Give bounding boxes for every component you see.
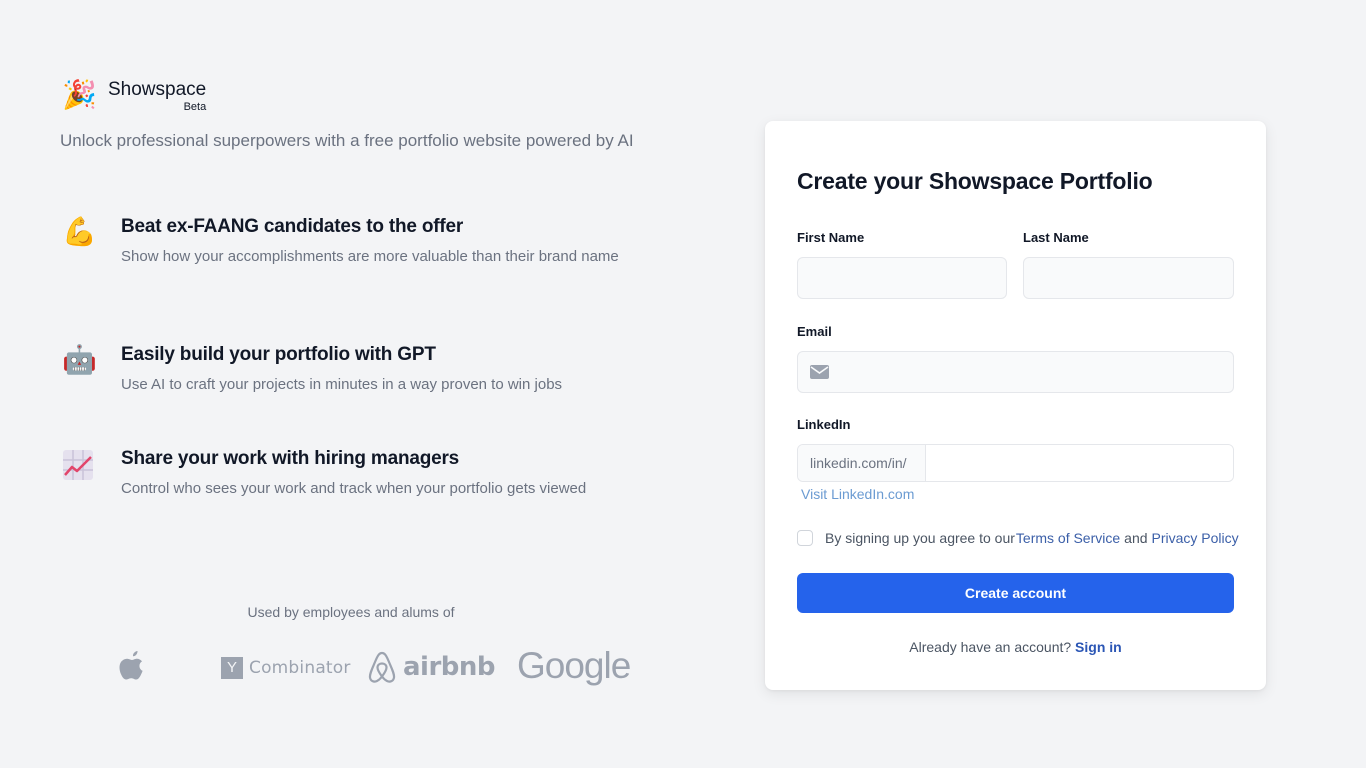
last-name-field[interactable] <box>1023 257 1234 299</box>
terms-row: By signing up you agree to our Terms of … <box>797 530 1239 546</box>
last-name-input[interactable] <box>1024 258 1233 298</box>
company-logos: Y Combinator airbnb Google <box>115 645 631 690</box>
linkedin-field[interactable]: linkedin.com/in/ <box>797 444 1234 482</box>
brand-name: Showspace <box>108 79 207 100</box>
visit-linkedin-link[interactable]: Visit LinkedIn.com <box>801 486 914 502</box>
beta-badge: Beta <box>183 101 207 113</box>
social-proof-heading: Used by employees and alums of <box>247 604 455 620</box>
robot-icon: 🤖 <box>62 344 97 375</box>
yc-box: Y <box>221 657 243 679</box>
terms-checkbox[interactable] <box>797 530 813 546</box>
airbnb-belo-icon <box>368 651 396 683</box>
signin-row: Already have an account? Sign in <box>765 639 1266 655</box>
signup-card: Create your Showspace Portfolio First Na… <box>765 121 1266 690</box>
feature-description: Use AI to craft your projects in minutes… <box>121 376 563 393</box>
linkedin-prefix: linkedin.com/in/ <box>798 445 926 481</box>
linkedin-label: LinkedIn <box>797 417 851 432</box>
feature-title: Beat ex-FAANG candidates to the offer <box>121 216 464 237</box>
party-popper-icon: 🎉 <box>62 79 97 110</box>
brand: 🎉 Showspace Beta <box>62 78 207 113</box>
linkedin-input[interactable] <box>926 445 1233 481</box>
google-logo: Google <box>517 645 631 686</box>
terms-text: By signing up you agree to our <box>825 530 1015 546</box>
terms-of-service-link[interactable]: Terms of Service <box>1016 530 1120 546</box>
first-name-input[interactable] <box>798 258 1006 298</box>
airbnb-text: airbnb <box>403 652 496 682</box>
terms-and: and <box>1124 530 1148 546</box>
privacy-policy-link[interactable]: Privacy Policy <box>1152 530 1239 546</box>
first-name-label: First Name <box>797 230 865 245</box>
email-input[interactable] <box>798 352 1233 392</box>
feature-title: Share your work with hiring managers <box>121 448 460 469</box>
feature-description: Show how your accomplishments are more v… <box>121 248 619 265</box>
airbnb-logo: airbnb <box>367 650 496 684</box>
feature-title: Easily build your portfolio with GPT <box>121 344 436 365</box>
chart-increasing-icon <box>62 446 98 482</box>
flexed-biceps-icon: 💪 <box>62 216 97 247</box>
feature-item: Share your work with hiring managers Con… <box>62 446 632 501</box>
sign-in-link[interactable]: Sign in <box>1075 639 1122 655</box>
feature-item: 💪 Beat ex-FAANG candidates to the offer … <box>62 214 632 269</box>
last-name-label: Last Name <box>1023 230 1089 245</box>
create-account-button[interactable]: Create account <box>797 573 1234 613</box>
feature-item: 🤖 Easily build your portfolio with GPT U… <box>62 342 632 397</box>
signin-prompt: Already have an account? <box>909 639 1072 655</box>
brand-text: Showspace Beta <box>108 78 207 113</box>
first-name-field[interactable] <box>797 257 1007 299</box>
email-field[interactable] <box>797 351 1234 393</box>
email-label: Email <box>797 324 832 339</box>
y-combinator-logo: Y Combinator <box>221 657 351 679</box>
tagline: Unlock professional superpowers with a f… <box>60 131 634 150</box>
envelope-icon <box>810 365 829 379</box>
yc-text: Combinator <box>249 658 351 678</box>
card-title: Create your Showspace Portfolio <box>797 168 1153 194</box>
feature-description: Control who sees your work and track whe… <box>121 480 587 497</box>
apple-logo-icon <box>119 651 143 680</box>
